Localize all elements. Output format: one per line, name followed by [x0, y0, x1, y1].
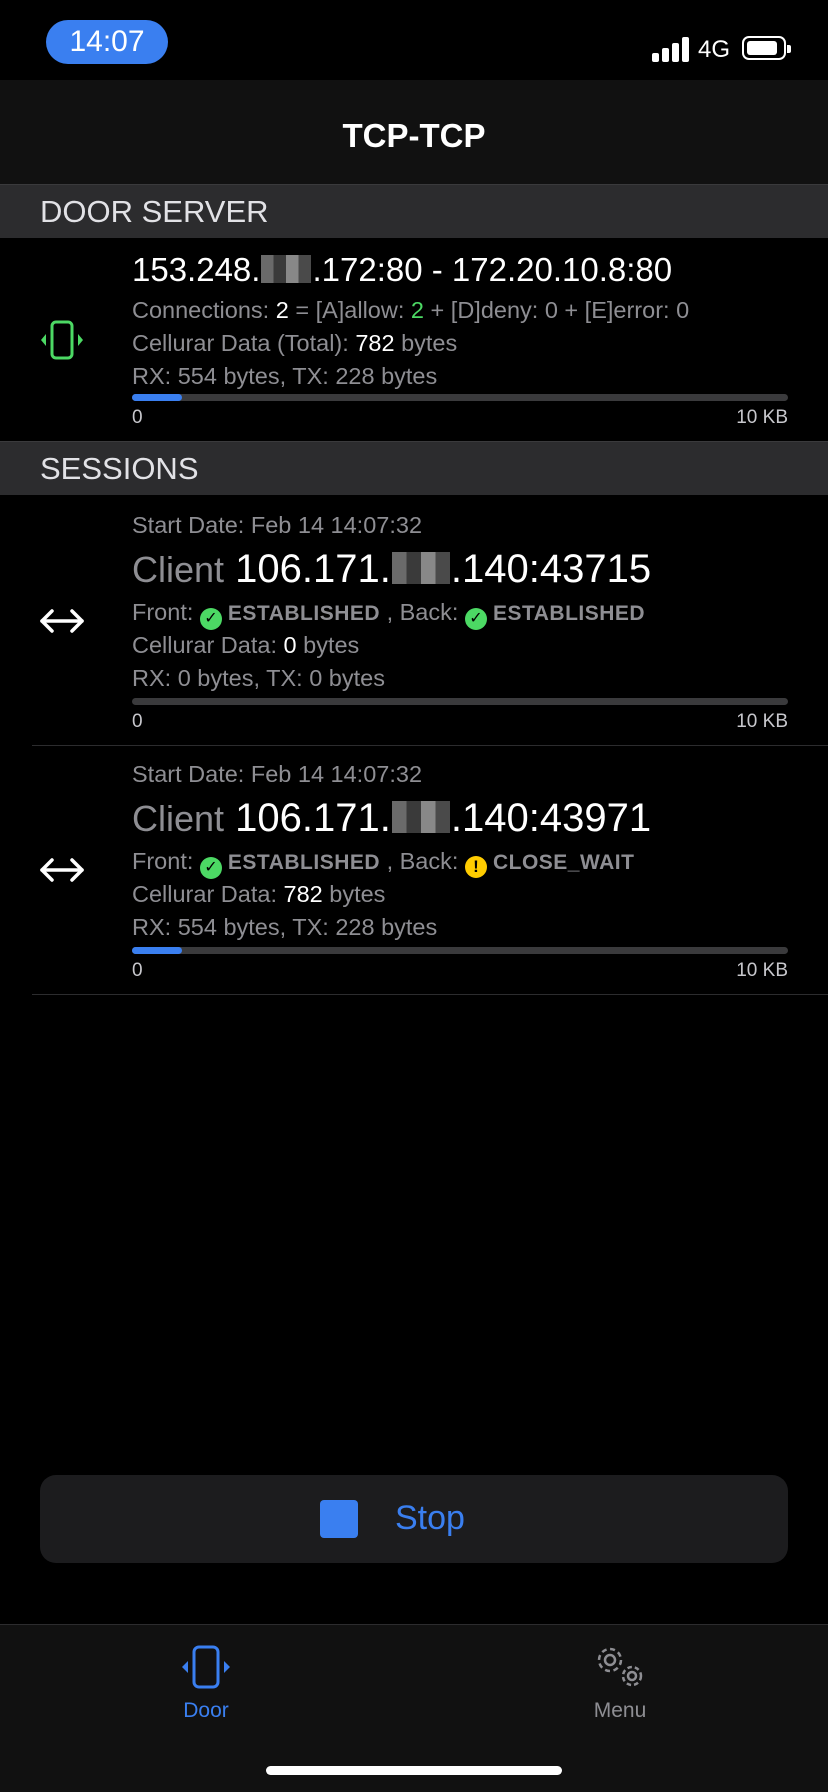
session-states: Front: ✓ ESTABLISHED , Back: ✓ ESTABLISHED	[132, 597, 645, 630]
session-cellular-data: Cellurar Data: 782 bytes	[132, 881, 386, 907]
session-start-date: Start Date: Feb 14 14:07:32	[132, 512, 423, 538]
gears-icon	[590, 1642, 650, 1692]
session-rx-tx: RX: 0 bytes, TX: 0 bytes	[132, 665, 385, 691]
check-circle-icon: ✓	[199, 608, 222, 630]
tab-menu[interactable]: Menu	[550, 1640, 690, 1740]
arrow-left-right-icon	[38, 605, 86, 637]
server-address: 153.248. .172:80 - 172.20.10.8:80	[132, 251, 673, 288]
row-divider	[32, 994, 828, 995]
warning-circle-icon: !	[464, 856, 487, 878]
signal-icon	[652, 36, 692, 62]
session-client-address: Client 106.171. .140:43715	[132, 547, 652, 591]
data-progress-bar	[132, 394, 788, 401]
session-progress-bar	[132, 947, 788, 954]
progress-max-label: 10 KB	[736, 711, 788, 732]
progress-max-label: 10 KB	[736, 960, 788, 981]
tab-door[interactable]: Door	[136, 1640, 276, 1740]
stop-square-icon	[320, 1500, 358, 1538]
session-cellular-data: Cellurar Data: 0 bytes	[132, 632, 360, 658]
session-row[interactable]: Start Date: Feb 14 14:07:32 Client 106.1…	[0, 746, 828, 994]
network-type: 4G	[698, 36, 731, 63]
progress-max-label: 10 KB	[736, 407, 788, 428]
redacted-block	[261, 255, 312, 283]
cellular-data-total: Cellurar Data (Total): 782 bytes	[132, 330, 458, 356]
progress-min-label: 0	[132, 960, 143, 981]
stop-button-label: Stop	[395, 1499, 465, 1537]
session-client-address: Client 106.171. .140:43971	[132, 796, 652, 840]
door-phone-icon	[178, 1644, 234, 1690]
status-time: 14:07	[46, 20, 168, 64]
progress-min-label: 0	[132, 407, 143, 428]
page-title: TCP-TCP	[342, 117, 486, 154]
battery-icon	[742, 36, 791, 60]
section-header-door-server: DOOR SERVER	[0, 184, 828, 238]
arrow-left-right-icon	[38, 854, 86, 886]
phone-vibrate-icon	[38, 318, 86, 362]
check-circle-icon: ✓	[464, 608, 487, 630]
session-progress-bar	[132, 698, 788, 705]
rx-tx-line: RX: 554 bytes, TX: 228 bytes	[132, 363, 438, 389]
home-indicator	[266, 1766, 562, 1775]
connections-line: Connections: 2 = [A]allow: 2 + [D]deny: …	[132, 297, 690, 323]
tab-door-label: Door	[183, 1699, 229, 1722]
session-rx-tx: RX: 554 bytes, TX: 228 bytes	[132, 914, 438, 940]
session-states: Front: ✓ ESTABLISHED , Back: ! CLOSE_WAIT	[132, 846, 634, 879]
redacted-block	[391, 801, 450, 833]
section-header-sessions: SESSIONS	[0, 441, 828, 495]
check-circle-icon: ✓	[199, 857, 222, 879]
progress-min-label: 0	[132, 711, 143, 732]
session-row[interactable]: Start Date: Feb 14 14:07:32 Client 106.1…	[0, 497, 828, 745]
tab-menu-label: Menu	[593, 1699, 647, 1722]
redacted-block	[391, 552, 450, 584]
session-start-date: Start Date: Feb 14 14:07:32	[132, 761, 423, 787]
